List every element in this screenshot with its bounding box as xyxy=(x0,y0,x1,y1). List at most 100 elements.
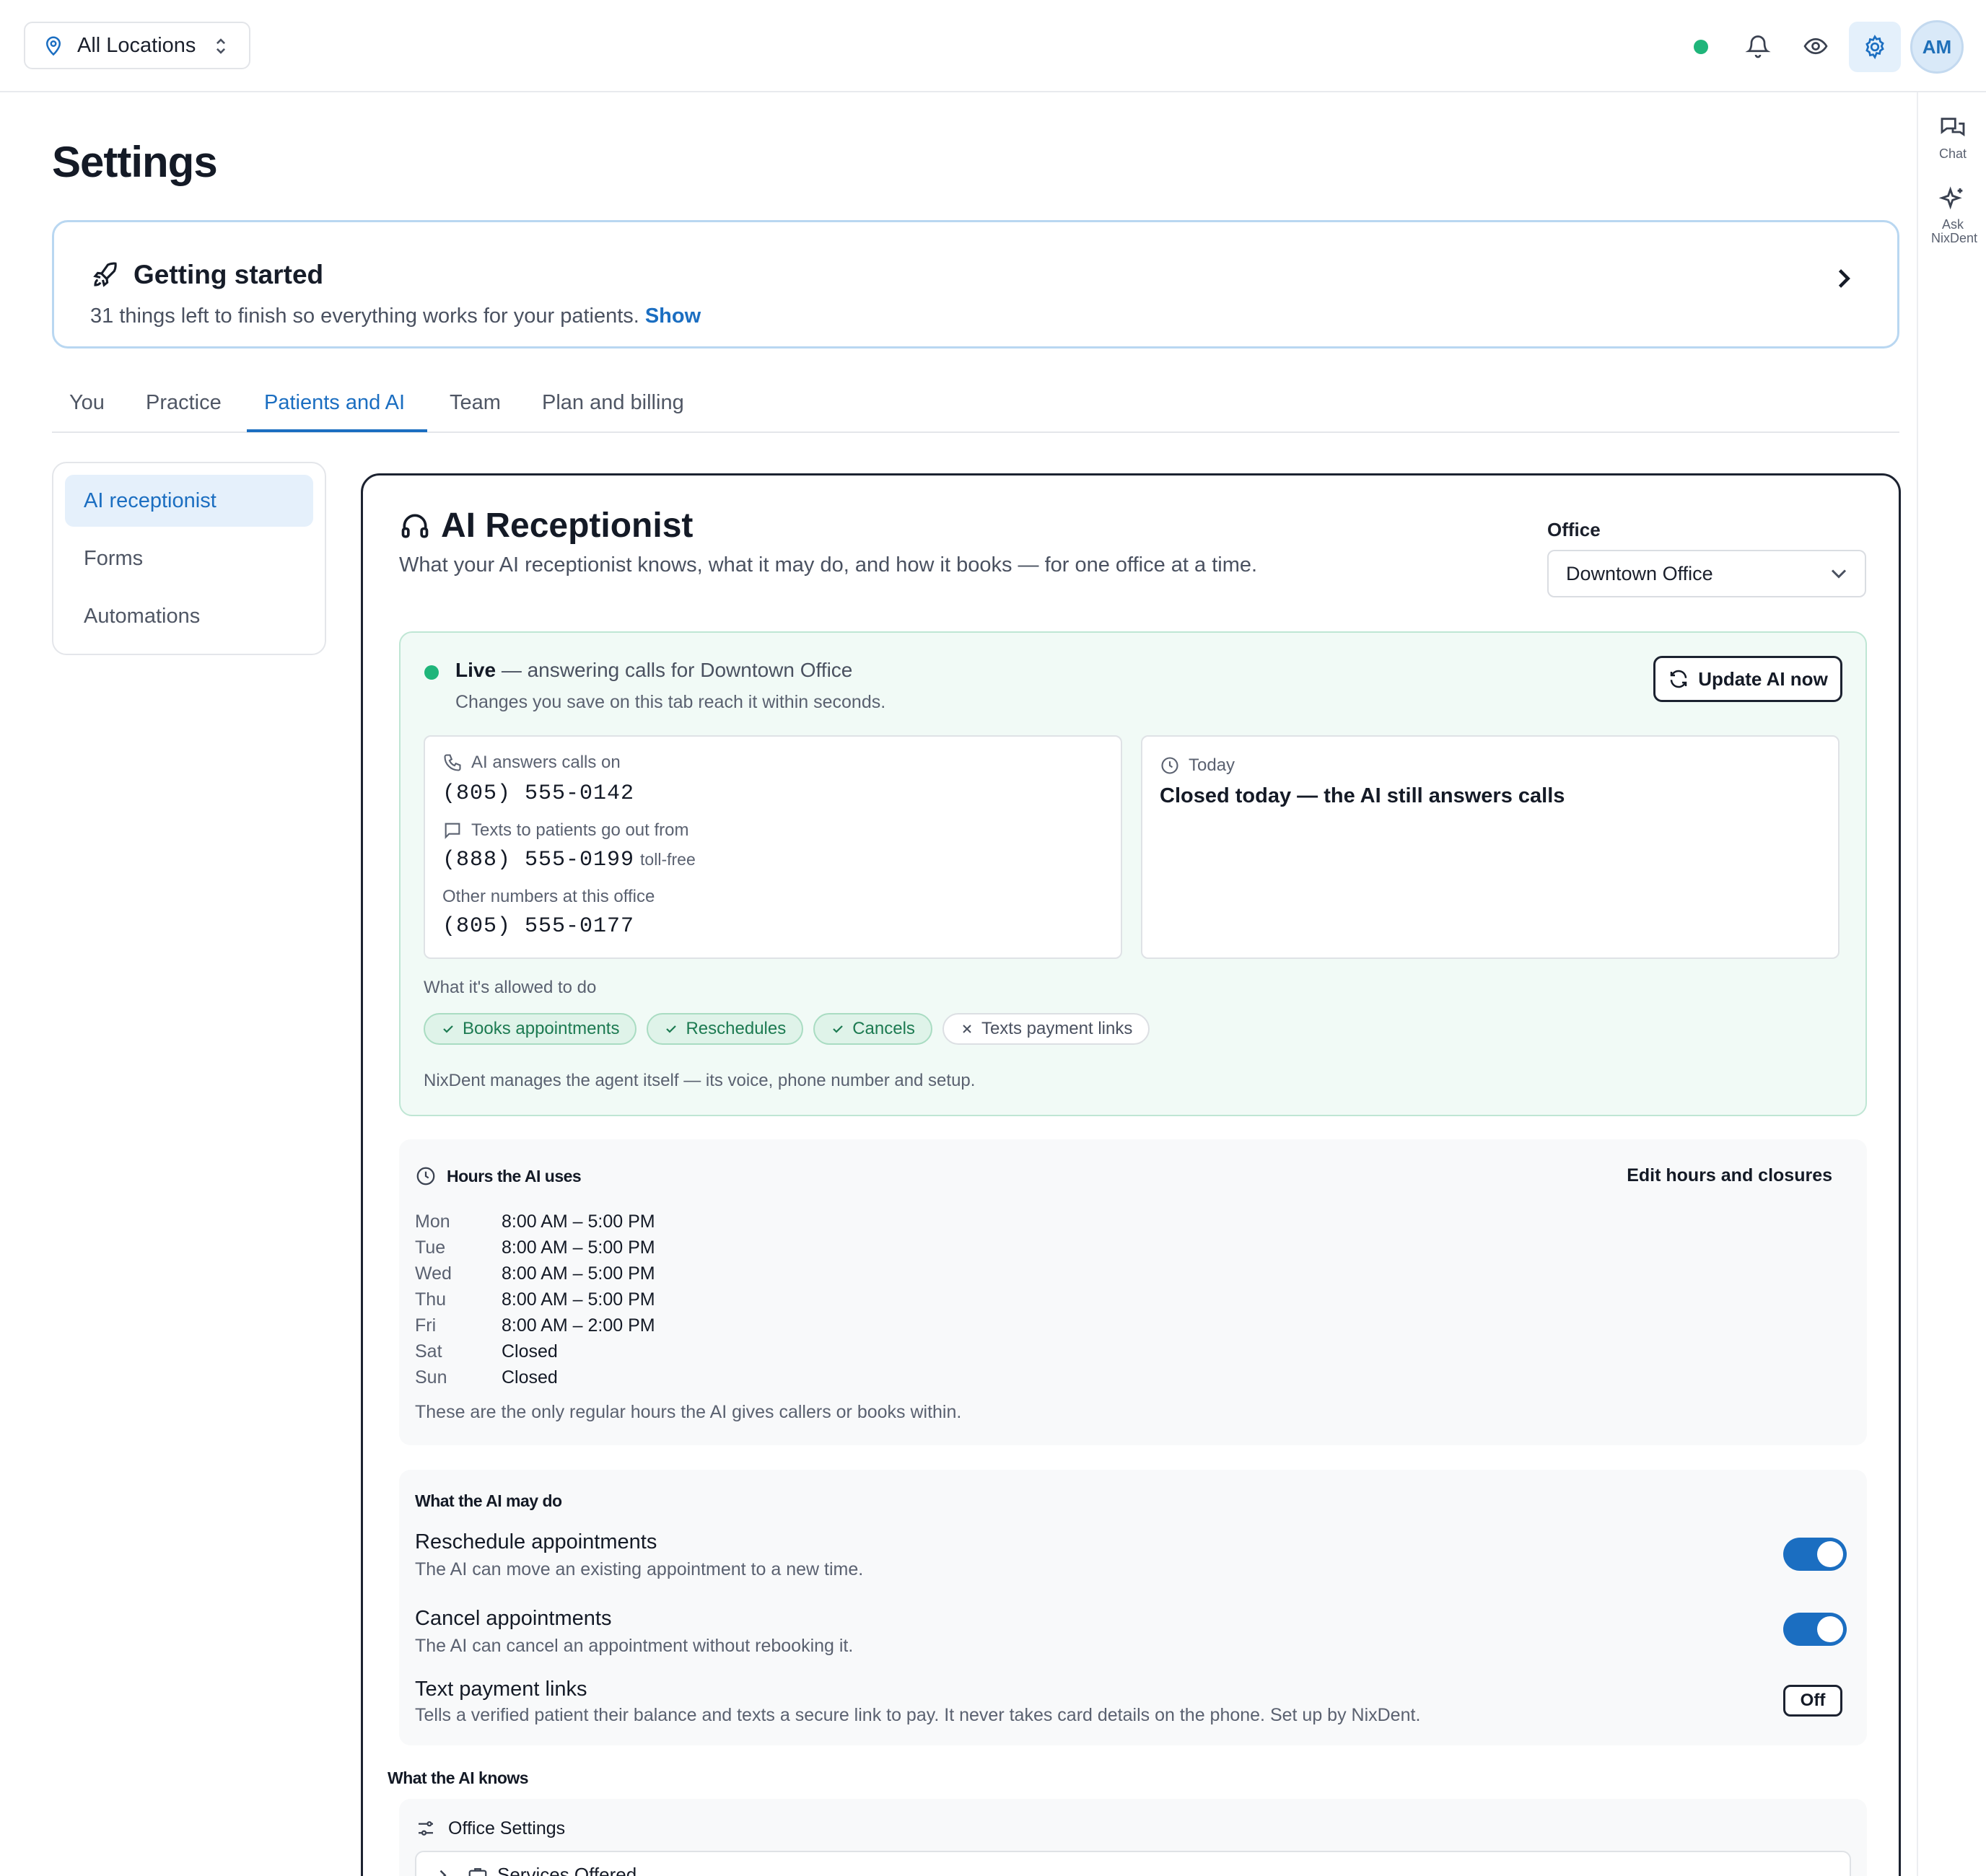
hours-time: 8:00 AM – 5:00 PM xyxy=(502,1211,655,1232)
live-status-dot xyxy=(424,665,439,680)
active-tab-indicator xyxy=(247,429,427,432)
may-do-card: What the AI may do Reschedule appointmen… xyxy=(399,1470,1867,1745)
live-status-detail: — answering calls for Downtown Office xyxy=(501,659,853,681)
top-bar: All Locations AM xyxy=(0,0,1986,92)
texts-from-number: (888) 555-0199 xyxy=(442,848,635,872)
patients-ai-subnav: AI receptionist Forms Automations xyxy=(52,462,326,655)
refresh-icon xyxy=(1670,670,1687,688)
other-number: (805) 555-0177 xyxy=(442,914,635,939)
hours-day: Fri xyxy=(415,1315,437,1336)
getting-started-card[interactable]: Getting started 31 things left to finish… xyxy=(52,220,1899,349)
services-offered-row[interactable]: Services Offered xyxy=(415,1851,1851,1876)
services-offered-text: Services Offered xyxy=(497,1864,637,1876)
tab-you[interactable]: You xyxy=(69,391,105,415)
clock-icon xyxy=(1161,757,1178,774)
rail-ask-label: Ask NixDent xyxy=(1931,217,1978,245)
chevron-right-icon[interactable] xyxy=(1832,266,1854,292)
hours-row: Mon 8:00 AM – 5:00 PM xyxy=(415,1211,655,1232)
allowed-label: What it's allowed to do xyxy=(424,978,597,997)
ai-receptionist-panel: AI Receptionist What your AI receptionis… xyxy=(361,473,1901,1876)
chip-label: Reschedules xyxy=(686,1019,787,1038)
right-rail: Chat Ask NixDent xyxy=(1917,92,1986,1876)
hours-title: Hours the AI uses xyxy=(415,1165,582,1187)
tab-practice[interactable]: Practice xyxy=(146,391,222,415)
chip-books-appointments: Books appointments xyxy=(424,1013,637,1045)
location-switcher[interactable]: All Locations xyxy=(24,22,250,69)
payment-links-off-button[interactable]: Off xyxy=(1783,1685,1842,1717)
subnav-forms[interactable]: Forms xyxy=(65,532,313,584)
rail-chat-button[interactable]: Chat xyxy=(1918,114,1986,161)
user-avatar[interactable]: AM xyxy=(1910,20,1964,74)
check-icon xyxy=(833,1025,843,1033)
chevron-right-icon xyxy=(439,1870,447,1876)
receptionist-title: AI Receptionist xyxy=(399,506,693,545)
rail-ask-button[interactable]: Ask NixDent xyxy=(1918,185,1986,245)
hours-row: Sat Closed xyxy=(415,1341,558,1362)
subnav-automations[interactable]: Automations xyxy=(65,590,313,642)
briefcase-icon xyxy=(468,1867,487,1876)
hours-time: 8:00 AM – 5:00 PM xyxy=(502,1289,655,1310)
tab-team[interactable]: Team xyxy=(450,391,501,415)
page-title: Settings xyxy=(52,138,218,186)
answers-calls-number: (805) 555-0142 xyxy=(442,781,635,806)
location-label: All Locations xyxy=(77,33,196,57)
perm-reschedule-desc: The AI can move an existing appointment … xyxy=(415,1559,864,1579)
edit-hours-link[interactable]: Edit hours and closures xyxy=(1627,1165,1832,1186)
office-settings-header: Office Settings xyxy=(415,1818,565,1839)
perm-payment-title: Text payment links xyxy=(415,1678,587,1701)
hours-footnote: These are the only regular hours the AI … xyxy=(415,1402,962,1422)
chevron-up-down-icon xyxy=(216,38,225,54)
chip-texts-payment-links: Texts payment links xyxy=(942,1013,1150,1045)
notifications-button[interactable] xyxy=(1736,25,1780,68)
clock-icon xyxy=(416,1167,435,1185)
hours-row: Wed 8:00 AM – 5:00 PM xyxy=(415,1263,655,1284)
office-select-value: Downtown Office xyxy=(1566,563,1713,584)
texts-from-number-row: (888) 555-0199 toll-free xyxy=(442,848,696,872)
map-pin-icon xyxy=(45,36,61,56)
knows-title: What the AI knows xyxy=(388,1768,529,1787)
perm-cancel-desc: The AI can cancel an appointment without… xyxy=(415,1636,854,1656)
receptionist-subtitle: What your AI receptionist knows, what it… xyxy=(399,553,1258,577)
hours-time: Closed xyxy=(502,1341,558,1362)
gear-icon xyxy=(1865,35,1884,60)
chevron-down-icon xyxy=(1831,569,1847,579)
tab-patients-and-ai[interactable]: Patients and AI xyxy=(264,391,405,415)
today-status-text: Closed today — the AI still answers call… xyxy=(1160,784,1565,807)
hours-row: Tue 8:00 AM – 5:00 PM xyxy=(415,1237,655,1258)
reschedule-toggle[interactable] xyxy=(1783,1538,1847,1571)
hours-time: Closed xyxy=(502,1367,558,1388)
office-select[interactable]: Downtown Office xyxy=(1547,550,1866,597)
phone-numbers-card: AI answers calls on (805) 555-0142 Texts… xyxy=(424,735,1122,959)
settings-tabs: You Practice Patients and AI Team Plan a… xyxy=(52,375,1899,433)
subnav-ai-receptionist[interactable]: AI receptionist xyxy=(65,475,313,527)
cancel-toggle[interactable] xyxy=(1783,1613,1847,1646)
hours-day: Wed xyxy=(415,1263,452,1284)
getting-started-show-link[interactable]: Show xyxy=(645,304,701,328)
getting-started-subtitle-text: 31 things left to finish so everything w… xyxy=(90,304,639,328)
office-label: Office xyxy=(1547,519,1601,540)
settings-button[interactable] xyxy=(1849,22,1901,72)
rail-chat-label: Chat xyxy=(1938,146,1967,161)
may-do-title: What the AI may do xyxy=(415,1491,562,1510)
live-status-sub: Changes you save on this tab reach it wi… xyxy=(455,692,886,712)
tab-plan-and-billing[interactable]: Plan and billing xyxy=(542,391,684,415)
sliders-icon xyxy=(419,1821,433,1836)
today-card: Today Closed today — the AI still answer… xyxy=(1141,735,1840,959)
update-ai-button[interactable]: Update AI now xyxy=(1653,656,1842,702)
chip-label: Texts payment links xyxy=(981,1019,1133,1038)
perm-reschedule-title: Reschedule appointments xyxy=(415,1530,657,1553)
message-square-icon xyxy=(445,823,460,839)
hours-card: Hours the AI uses Edit hours and closure… xyxy=(399,1139,1867,1445)
hours-day: Thu xyxy=(415,1289,447,1310)
today-label: Today xyxy=(1160,755,1235,776)
perm-payment-desc: Tells a verified patient their balance a… xyxy=(415,1705,1421,1725)
hours-day: Mon xyxy=(415,1211,450,1232)
chat-bubbles-icon xyxy=(1941,118,1965,136)
status-dot xyxy=(1694,40,1708,54)
hours-row: Sun Closed xyxy=(415,1367,558,1388)
hours-row: Thu 8:00 AM – 5:00 PM xyxy=(415,1289,655,1310)
allowed-chips: Books appointments Reschedules Cancels T… xyxy=(424,1013,1150,1045)
perm-cancel-title: Cancel appointments xyxy=(415,1607,612,1630)
preview-button[interactable] xyxy=(1794,25,1837,68)
check-icon xyxy=(443,1025,453,1033)
